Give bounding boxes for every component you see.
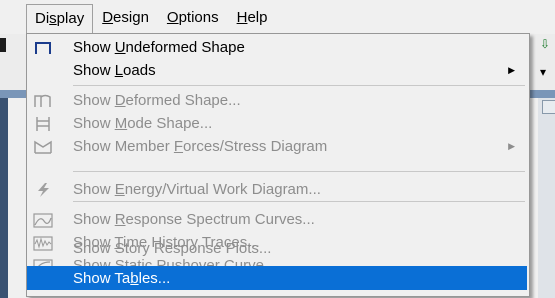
menu-item-label: Show Member Forces/Stress Diagram (73, 138, 328, 155)
energy-icon (33, 181, 53, 199)
menu-options[interactable]: Options (158, 3, 228, 32)
menu-item-show-response-spectrum: Show Response Spectrum Curves... (27, 208, 527, 231)
menu-help[interactable]: Help (228, 3, 277, 32)
menu-item-label: Show Loads (73, 62, 156, 79)
menu-item-show-deformed-shape: Show Deformed Shape... (27, 89, 527, 112)
menu-item-show-member-forces: Show Member Forces/Stress Diagram ▶ (27, 135, 527, 158)
menu-item-show-tables[interactable]: Show Tables... (27, 266, 527, 290)
window-control-button[interactable] (542, 100, 555, 114)
menu-help-label-part: elp (247, 8, 268, 26)
menu-help-mnemonic: H (236, 8, 248, 26)
menu-item-label: Show Energy/Virtual Work Diagram... (73, 181, 321, 198)
menu-item-label: Show Undeformed Shape (73, 39, 245, 56)
inner-window-left-frame (0, 98, 8, 298)
menu-separator (73, 85, 525, 86)
menu-item-label: Show Story Response Plots... (73, 240, 272, 257)
menu-item-label: Show Mode Shape... (73, 115, 213, 132)
response-spectrum-icon (33, 211, 53, 229)
menu-options-label-part: ptions (178, 8, 219, 26)
deformed-shape-icon (33, 92, 53, 110)
menu-display-label-part: play (56, 9, 85, 27)
menu-display[interactable]: Display (26, 3, 94, 35)
down-arrow-icon: ⇩ (540, 37, 551, 51)
menu-item-label: Show Response Spectrum Curves... (73, 211, 315, 228)
menu-separator (73, 201, 525, 202)
submenu-arrow-icon: ▶ (508, 141, 515, 151)
menu-item-show-loads[interactable]: Show Loads ▶ (27, 59, 527, 82)
dropdown-arrow-icon: ▾ (540, 65, 547, 79)
menu-separator (73, 171, 525, 172)
member-forces-icon (33, 138, 53, 156)
submenu-arrow-icon: ▶ (508, 65, 515, 75)
menu-item-show-undeformed-shape[interactable]: Show Undeformed Shape (27, 36, 527, 59)
menu-design-mnemonic: D (102, 8, 114, 26)
menu-design-label-part: esign (113, 8, 149, 26)
menu-options-mnemonic: O (166, 8, 179, 26)
menu-display-mnemonic: s (49, 9, 57, 27)
undeformed-shape-icon (33, 39, 53, 57)
menu-display-label-part: Di (35, 9, 50, 27)
menu-item-label: Show Tables... (73, 269, 171, 287)
menu-design[interactable]: Design (93, 3, 158, 32)
toolbar-button-fragment (0, 38, 6, 52)
inner-window-right-frame (538, 98, 555, 298)
menu-item-label: Show Deformed Shape... (73, 92, 241, 109)
menu-item-show-story-response-plots: Show Story Response Plots... (27, 237, 527, 260)
menu-item-show-energy-diagram: Show Energy/Virtual Work Diagram... (27, 178, 527, 201)
menu-bar: Display Design Options Help (0, 0, 555, 35)
mode-shape-icon (33, 115, 53, 133)
menu-item-show-mode-shape: Show Mode Shape... (27, 112, 527, 135)
